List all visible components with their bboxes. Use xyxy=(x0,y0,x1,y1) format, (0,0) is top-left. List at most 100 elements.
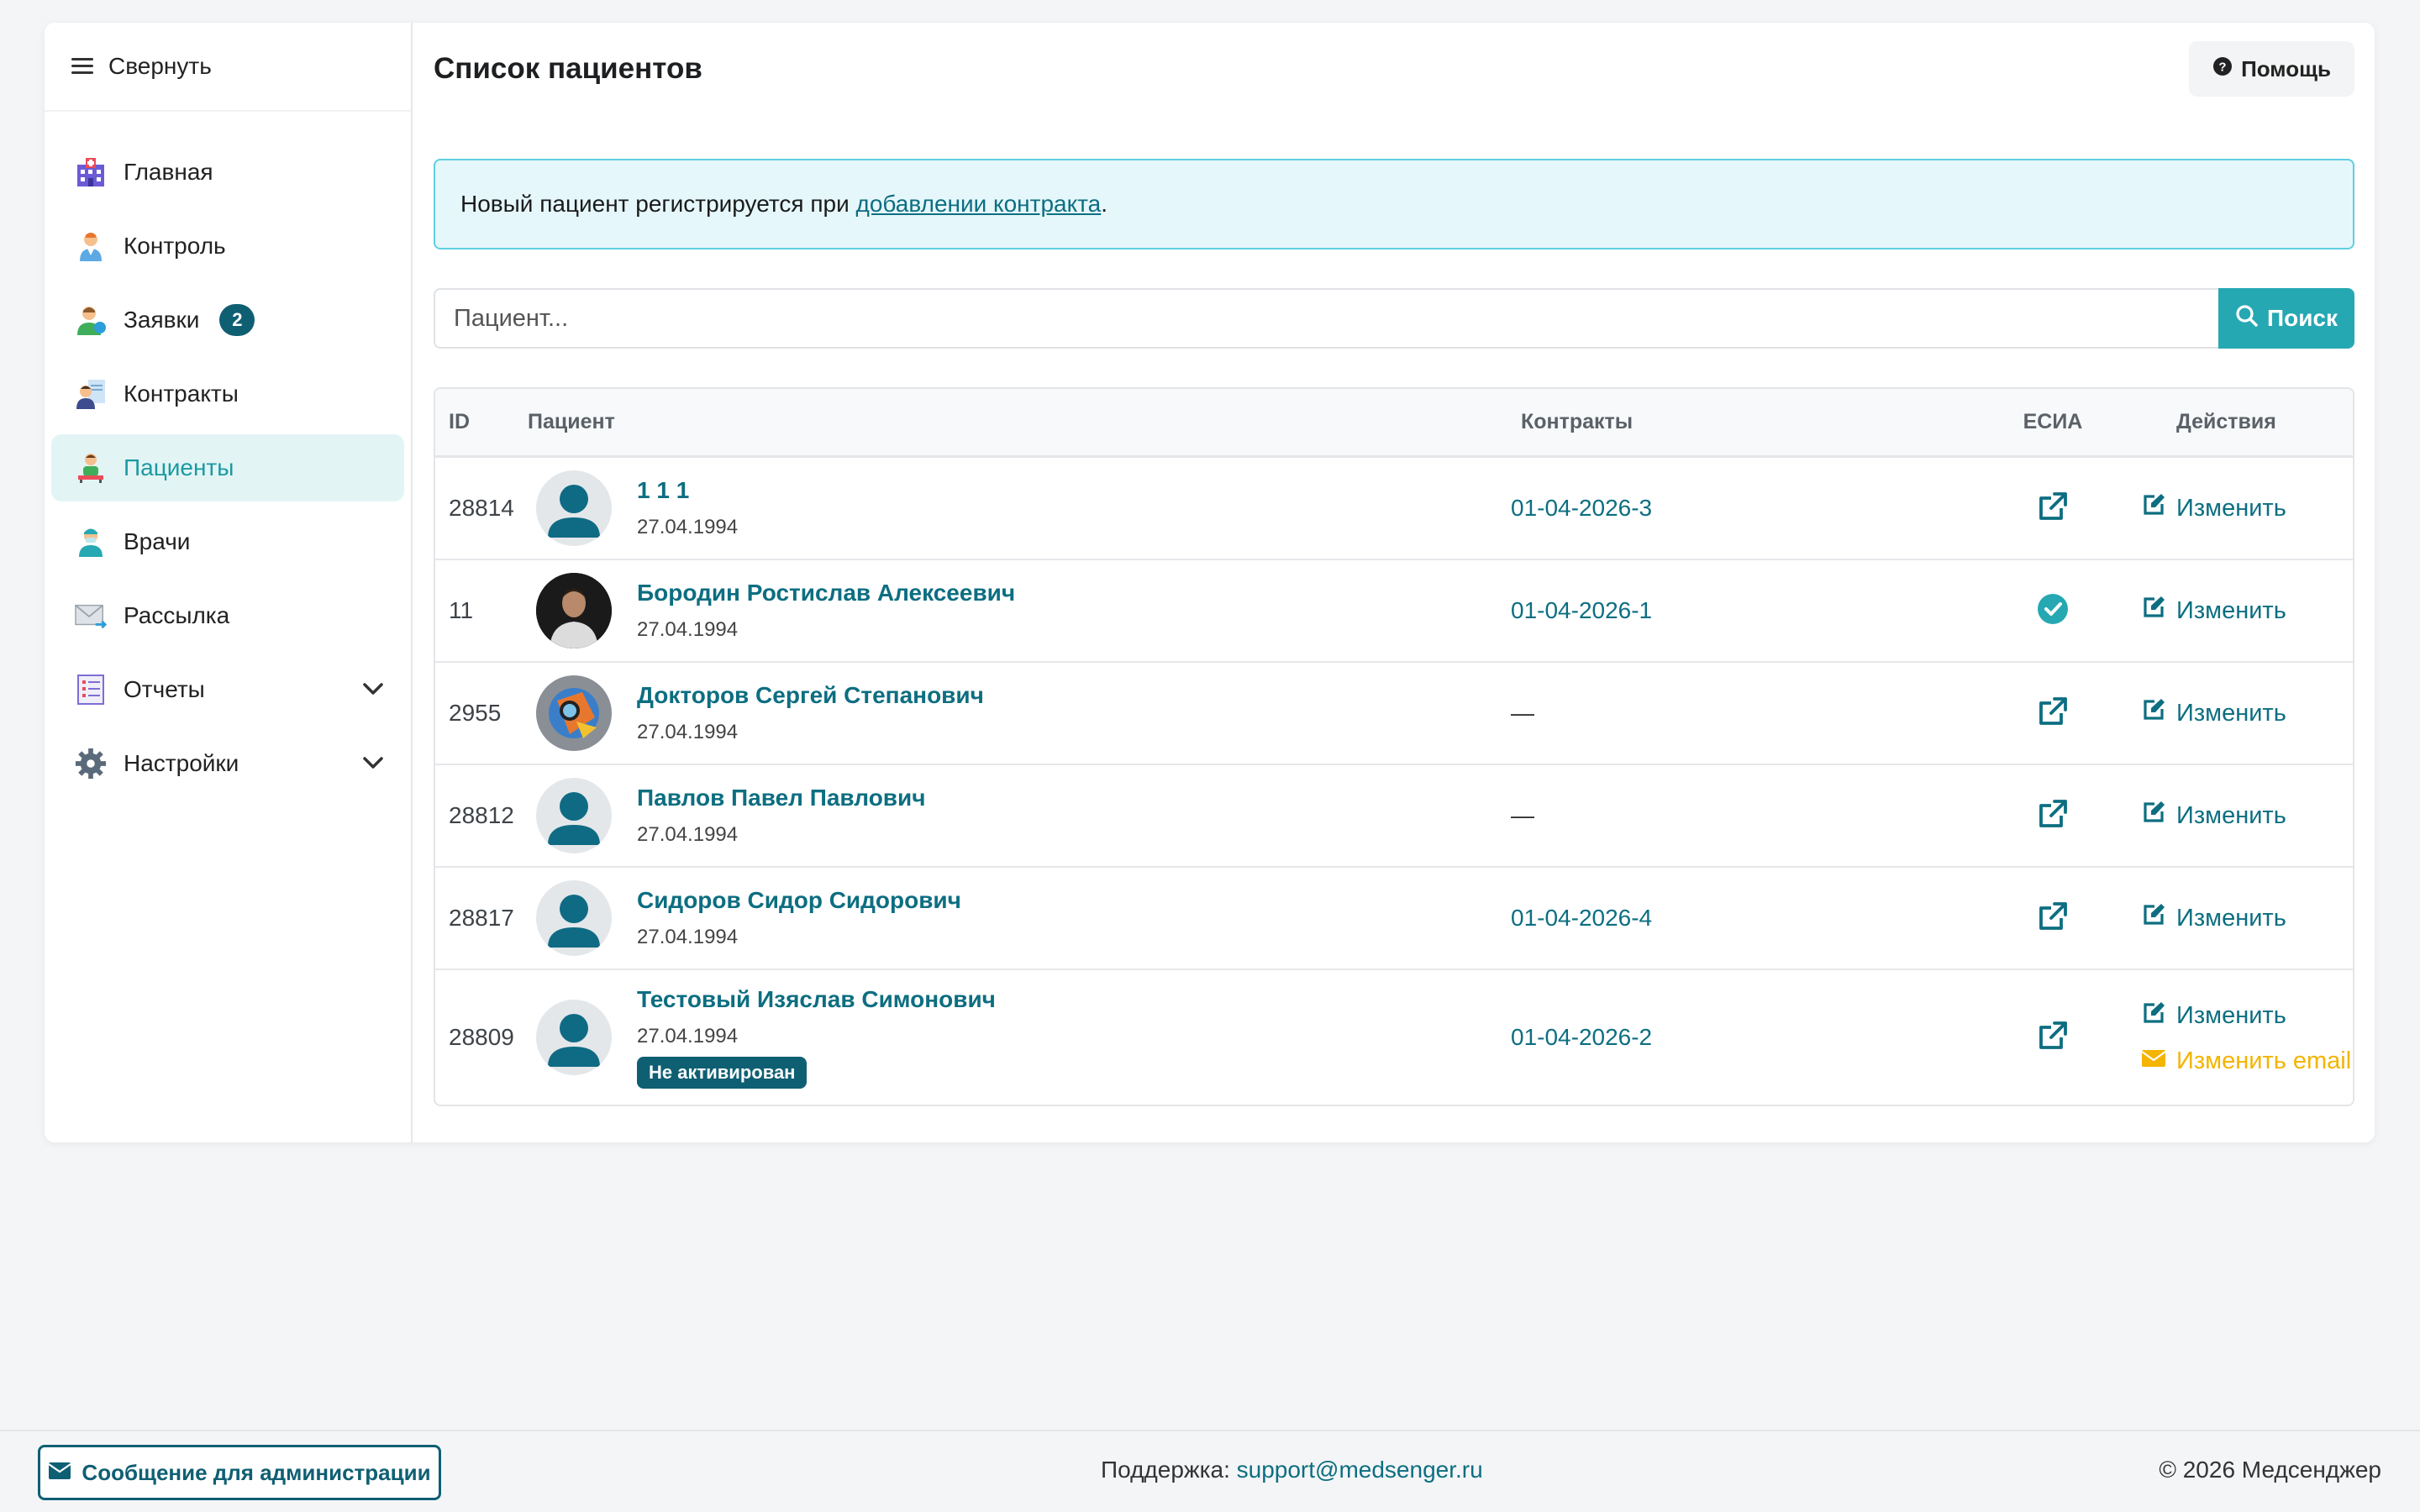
main-card: Свернуть Главная Контроль Заявки 2 Контр… xyxy=(45,23,2375,1142)
collapse-label: Свернуть xyxy=(108,53,212,79)
sidebar: Свернуть Главная Контроль Заявки 2 Контр… xyxy=(45,23,413,1142)
sidebar-item-patients[interactable]: Пациенты xyxy=(51,434,404,501)
patient-name-link[interactable]: Павлов Павел Павлович xyxy=(637,785,925,811)
sidebar-item-label: Контроль xyxy=(124,233,226,259)
sidebar-item-doctors[interactable]: Врачи xyxy=(51,508,404,575)
patient-id: 2955 xyxy=(449,700,502,726)
collapse-sidebar-button[interactable]: Свернуть xyxy=(45,23,411,112)
sidebar-item-control[interactable]: Контроль xyxy=(51,213,404,280)
table-row: 28814 1 1 1 27.04.1994 01-04-2026-3 Изме… xyxy=(435,458,2353,560)
search-input[interactable] xyxy=(434,288,2218,349)
patient-birthdate: 27.04.1994 xyxy=(637,1025,739,1047)
info-text: Новый пациент регистрируется при xyxy=(460,191,856,217)
external-link-icon[interactable] xyxy=(2036,900,2070,937)
patient-name-link[interactable]: Тестовый Изяслав Симонович xyxy=(637,986,996,1013)
edit-icon xyxy=(2141,800,2166,832)
patient-name-link[interactable]: Докторов Сергей Степанович xyxy=(637,682,984,709)
edit-button[interactable]: Изменить xyxy=(2141,492,2353,524)
help-button[interactable]: ? Помощь xyxy=(2189,41,2354,97)
external-link-icon[interactable] xyxy=(2036,797,2070,835)
add-contract-link[interactable]: добавлении контракта xyxy=(856,191,1102,218)
support-label: Поддержка: xyxy=(1101,1457,1230,1483)
doctor-icon xyxy=(75,230,107,262)
column-header-patient: Пациент xyxy=(528,410,615,433)
sidebar-item-label: Отчеты xyxy=(124,676,205,702)
edit-label: Изменить xyxy=(2176,1002,2286,1029)
request-icon xyxy=(75,304,107,336)
table-row: 2955 Докторов Сергей Степанович 27.04.19… xyxy=(435,663,2353,765)
sidebar-nav: Главная Контроль Заявки 2 Контракты Паци… xyxy=(45,112,411,797)
patient-birthdate: 27.04.1994 xyxy=(637,618,739,641)
edit-email-button[interactable]: Изменить email xyxy=(2141,1047,2353,1075)
column-header-contracts: Контракты xyxy=(1521,410,1634,433)
edit-button[interactable]: Изменить xyxy=(2141,697,2353,729)
sidebar-item-requests[interactable]: Заявки 2 xyxy=(51,286,404,354)
patient-name-link[interactable]: 1 1 1 xyxy=(637,477,738,504)
help-label: Помощь xyxy=(2241,55,2331,81)
contract-link[interactable]: 01-04-2026-2 xyxy=(1511,1024,1990,1051)
sidebar-item-label: Пациенты xyxy=(124,454,234,480)
patient-id: 28814 xyxy=(449,495,514,521)
edit-label: Изменить xyxy=(2176,494,2286,522)
mail-icon xyxy=(75,600,107,632)
patient-birthdate: 27.04.1994 xyxy=(637,516,739,538)
patients-table: ID Пациент Контракты ЕСИА Действия 28814… xyxy=(434,387,2354,1106)
search-button-label: Поиск xyxy=(2266,305,2338,331)
admin-message-button[interactable]: Сообщение для администрации xyxy=(38,1445,441,1500)
sidebar-item-label: Контракты xyxy=(124,381,239,407)
search-button[interactable]: Поиск xyxy=(2218,288,2354,349)
support-info: Поддержка: support@medsenger.ru xyxy=(1101,1457,1483,1483)
avatar-art xyxy=(536,675,612,751)
patient-birthdate: 27.04.1994 xyxy=(637,823,739,846)
column-header-actions: Действия xyxy=(2176,410,2276,433)
sidebar-item-label: Главная xyxy=(124,159,213,185)
external-link-icon[interactable] xyxy=(2036,490,2070,528)
sidebar-item-label: Заявки xyxy=(124,307,200,333)
sidebar-item-label: Настройки xyxy=(124,750,239,776)
status-badge: Не активирован xyxy=(637,1057,808,1089)
admin-message-label: Сообщение для администрации xyxy=(82,1459,431,1485)
edit-icon xyxy=(2141,697,2166,729)
edit-email-label: Изменить email xyxy=(2176,1047,2352,1074)
search-bar: Поиск xyxy=(434,288,2354,349)
contract-link[interactable]: 01-04-2026-1 xyxy=(1511,597,1990,624)
contract-link[interactable]: 01-04-2026-4 xyxy=(1511,905,1990,932)
report-icon xyxy=(75,674,107,706)
sidebar-item-home[interactable]: Главная xyxy=(51,139,404,206)
edit-icon xyxy=(2141,595,2166,627)
column-header-esia: ЕСИА xyxy=(2023,410,2083,433)
edit-button[interactable]: Изменить xyxy=(2141,1000,2353,1032)
table-header: ID Пациент Контракты ЕСИА Действия xyxy=(435,389,2353,458)
envelope-icon xyxy=(48,1460,72,1486)
contract-link[interactable]: 01-04-2026-3 xyxy=(1511,495,1990,522)
contract-icon xyxy=(75,378,107,410)
patient-name-link[interactable]: Сидоров Сидор Сидорович xyxy=(637,887,961,914)
patient-id: 11 xyxy=(449,597,474,623)
sidebar-item-reports[interactable]: Отчеты xyxy=(51,656,404,723)
external-link-icon[interactable] xyxy=(2036,695,2070,732)
envelope-icon xyxy=(2141,1047,2166,1075)
page-title: Список пациентов xyxy=(434,52,702,85)
avatar-photo xyxy=(536,573,612,648)
question-circle-icon: ? xyxy=(2212,56,2233,82)
edit-icon xyxy=(2141,1000,2166,1032)
edit-button[interactable]: Изменить xyxy=(2141,800,2353,832)
info-alert: Новый пациент регистрируется при добавле… xyxy=(434,159,2354,249)
patient-id: 28812 xyxy=(449,802,514,828)
sidebar-item-mailing[interactable]: Рассылка xyxy=(51,582,404,649)
check-circle-icon xyxy=(2037,593,2069,629)
sidebar-item-settings[interactable]: Настройки xyxy=(51,730,404,797)
hospital-icon xyxy=(75,156,107,188)
patient-name-link[interactable]: Бородин Ростислав Алексеевич xyxy=(637,580,1015,606)
chevron-down-icon xyxy=(360,750,386,781)
avatar xyxy=(536,1000,612,1075)
sidebar-item-contracts[interactable]: Контракты xyxy=(51,360,404,428)
hamburger-icon xyxy=(71,58,93,75)
external-link-icon[interactable] xyxy=(2036,1019,2070,1057)
support-email-link[interactable]: support@medsenger.ru xyxy=(1237,1457,1483,1483)
edit-button[interactable]: Изменить xyxy=(2141,595,2353,627)
physician-icon xyxy=(75,526,107,558)
contract-empty: — xyxy=(1511,700,1534,726)
sidebar-item-label: Рассылка xyxy=(124,602,230,628)
edit-button[interactable]: Изменить xyxy=(2141,902,2353,934)
